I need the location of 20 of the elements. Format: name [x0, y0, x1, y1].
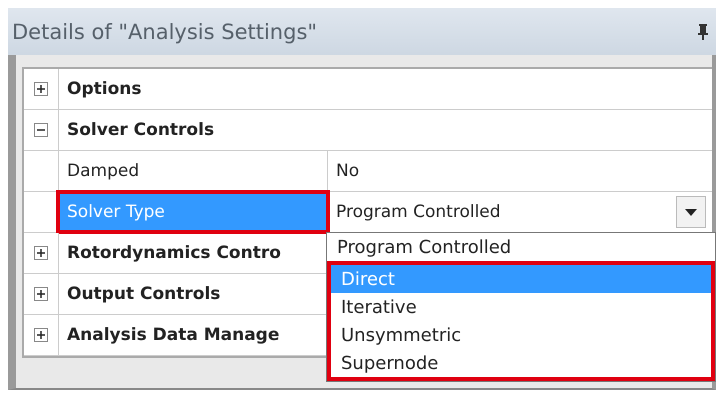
- combo-value[interactable]: Program Controlled: [336, 202, 676, 222]
- property-value: No: [336, 161, 360, 181]
- expand-icon[interactable]: [34, 246, 48, 260]
- expand-icon[interactable]: [34, 287, 48, 301]
- dropdown-button[interactable]: [676, 196, 706, 228]
- expand-icon[interactable]: [34, 82, 48, 96]
- collapse-icon[interactable]: [34, 123, 48, 137]
- pin-icon[interactable]: [696, 22, 710, 40]
- group-header[interactable]: Output Controls: [58, 274, 328, 314]
- dropdown-option[interactable]: Program Controlled: [327, 233, 715, 261]
- group-header[interactable]: Analysis Data Manage: [58, 315, 328, 355]
- dropdown-option[interactable]: Unsymmetric: [331, 321, 711, 349]
- panel-title: Details of "Analysis Settings": [12, 20, 318, 44]
- caret-icon: [685, 208, 697, 216]
- group-header[interactable]: Solver Controls: [58, 110, 328, 150]
- group-header[interactable]: Options: [58, 69, 328, 109]
- dropdown-option[interactable]: Iterative: [331, 293, 711, 321]
- dropdown-option[interactable]: Supernode: [331, 349, 711, 377]
- group-header[interactable]: Rotordynamics Contro: [58, 233, 328, 273]
- expand-icon[interactable]: [34, 328, 48, 342]
